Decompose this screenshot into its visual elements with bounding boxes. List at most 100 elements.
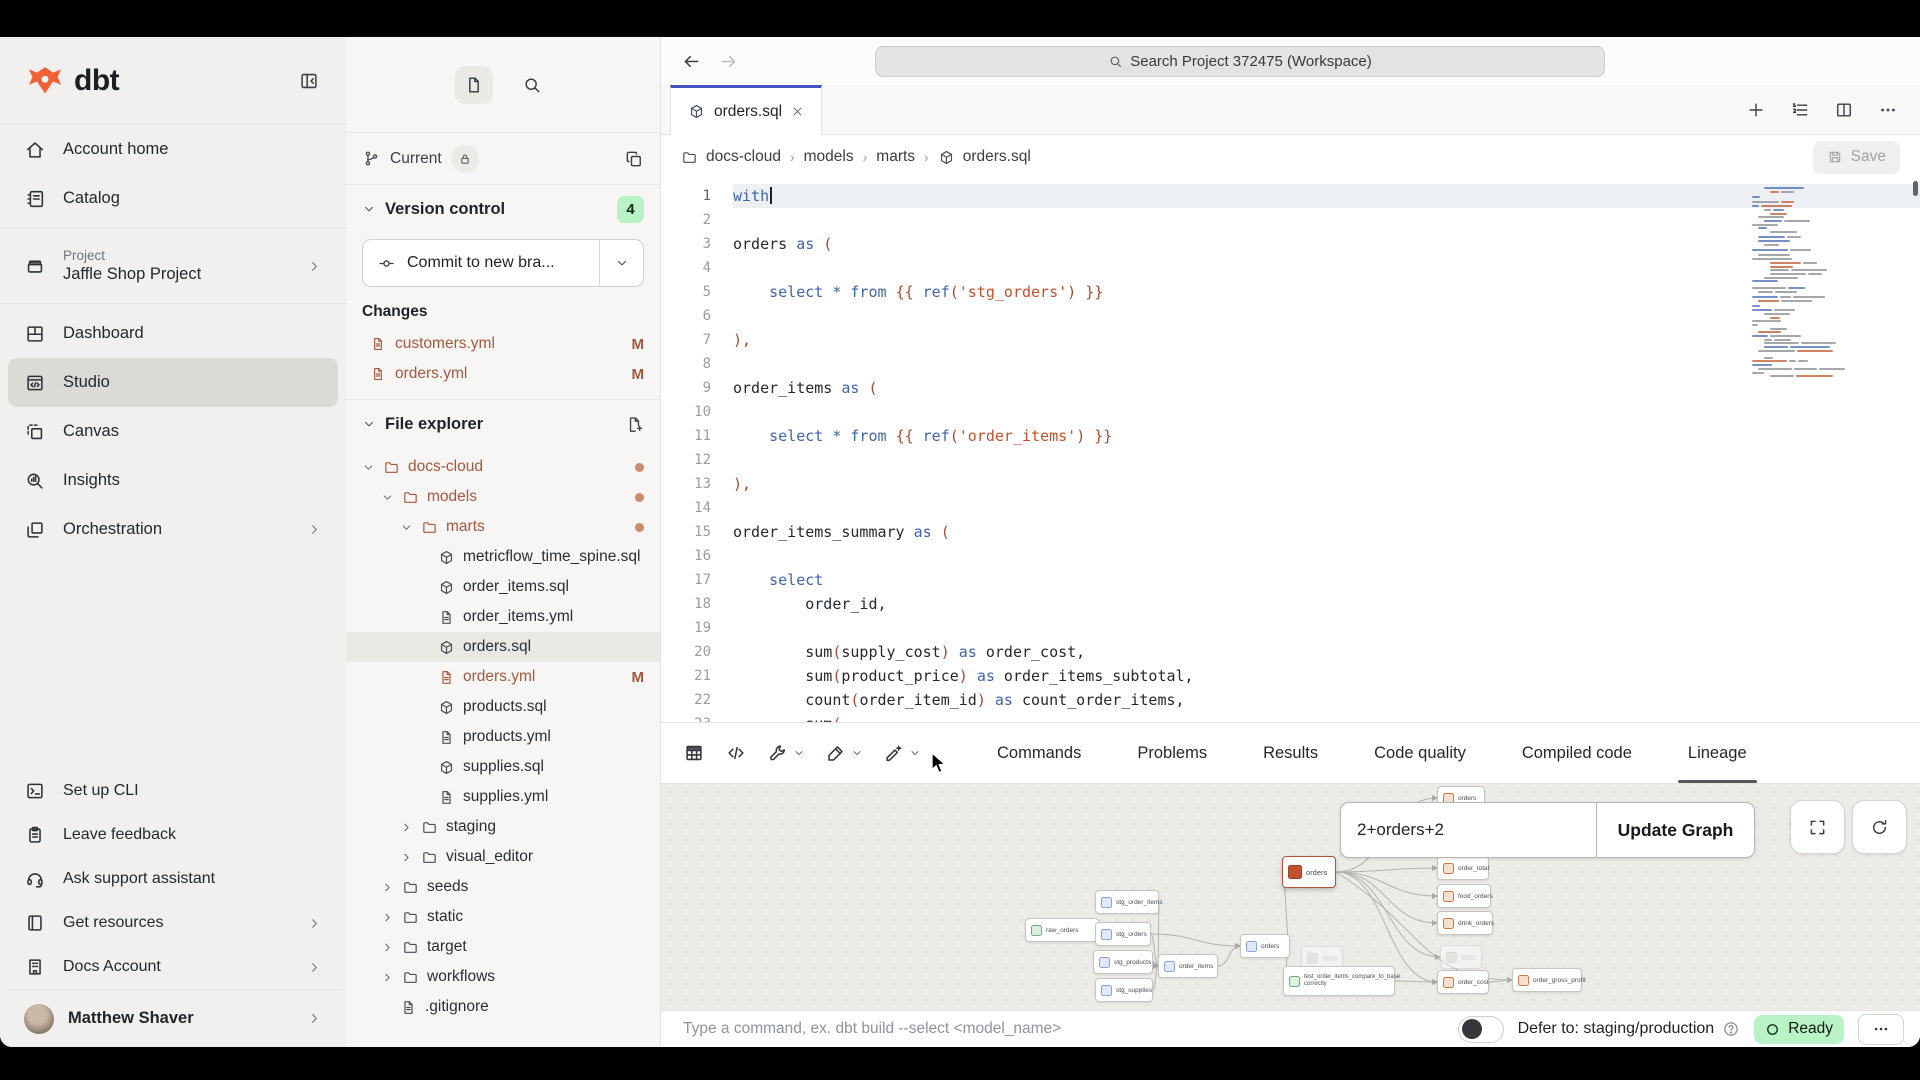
panel-tab-code-quality[interactable]: Code quality [1368, 723, 1472, 783]
lineage-node-stg-products[interactable]: stg_products [1093, 950, 1153, 974]
breadcrumb-segment-docs-cloud[interactable]: docs-cloud [681, 148, 781, 166]
compile-code-icon[interactable] [725, 742, 747, 764]
breadcrumb-file[interactable]: orders.sql [938, 148, 1031, 166]
new-file-icon[interactable] [625, 415, 644, 434]
open-editors-icon[interactable] [1790, 100, 1810, 120]
sidebar-item-insights[interactable]: Insights [8, 456, 338, 505]
sidebar-item-docs-account[interactable]: Docs Account [8, 945, 338, 989]
code-content [733, 352, 1920, 376]
lineage-selector-input[interactable] [1341, 803, 1596, 857]
defer-toggle[interactable] [1458, 1016, 1504, 1043]
tree-item-seeds[interactable]: seeds [346, 872, 660, 902]
lineage-node-stg-supplies[interactable]: stg_supplies [1095, 978, 1153, 1002]
lineage-node-order-gross-profit[interactable]: order_gross_profit [1512, 968, 1582, 992]
lineage-node-order-items[interactable]: order_items [1158, 954, 1218, 978]
panel-tab-compiled-code[interactable]: Compiled code [1516, 723, 1638, 783]
panel-tab-results[interactable]: Results [1257, 723, 1324, 783]
minimap-line [1752, 364, 1854, 366]
sidebar-item-studio[interactable]: Studio [8, 358, 338, 407]
copy-branch-icon[interactable] [624, 149, 644, 169]
tree-item-products-yml[interactable]: products.yml [346, 722, 660, 752]
new-tab-icon[interactable] [1746, 100, 1766, 120]
lineage-node-orders[interactable]: orders [1282, 856, 1336, 888]
editor-scrollbar[interactable] [1913, 181, 1918, 196]
tree-item-workflows[interactable]: workflows [346, 962, 660, 992]
panel-tab-lineage[interactable]: Lineage [1682, 723, 1753, 783]
collapse-sidebar-icon[interactable] [298, 70, 320, 92]
lineage-node-food-orders[interactable]: food_orders [1437, 884, 1491, 908]
results-table-icon[interactable] [683, 742, 705, 764]
lineage-node-stg-order-items[interactable]: stg_order_items [1095, 890, 1159, 914]
tree-item-static[interactable]: static [346, 902, 660, 932]
panel-tab-commands[interactable]: Commands [991, 723, 1087, 783]
lineage-node-g2[interactable] [1440, 945, 1482, 969]
code-content [733, 304, 1920, 328]
commit-options-button[interactable] [599, 240, 643, 286]
sidebar-item-catalog[interactable]: Catalog [8, 174, 338, 223]
breadcrumb-segment-models[interactable]: models [804, 148, 854, 166]
project-search-bar[interactable]: Search Project 372475 (Workspace) [875, 46, 1605, 77]
tree-item-supplies-yml[interactable]: supplies.yml [346, 782, 660, 812]
forward-button[interactable] [718, 51, 739, 72]
tree-item-products-sql[interactable]: products.sql [346, 692, 660, 722]
sidebar-item-dashboard[interactable]: Dashboard [8, 309, 338, 358]
sidebar-item-orchestration[interactable]: Orchestration [8, 505, 338, 554]
lineage-panel[interactable]: raw_orders stg_order_items stg_orders stg_p… [661, 784, 1920, 1010]
version-control-header[interactable]: Version control 4 [346, 185, 660, 233]
tree-item-order-items-yml[interactable]: order_items.yml [346, 602, 660, 632]
lineage-node-order-total[interactable]: order_total [1437, 856, 1489, 880]
panel-tab-problems[interactable]: Problems [1131, 723, 1213, 783]
lineage-node-drink-orders[interactable]: drink_orders [1437, 911, 1493, 935]
sidebar-item-leave-feedback[interactable]: Leave feedback [8, 813, 338, 857]
build-tools-button[interactable] [767, 742, 805, 764]
split-editor-icon[interactable] [1834, 100, 1854, 120]
refresh-graph-button[interactable] [1852, 800, 1907, 854]
statusbar-menu-button[interactable] [1858, 1014, 1904, 1045]
tree-item-order-items-sql[interactable]: order_items.sql [346, 572, 660, 602]
search-view-button[interactable] [513, 66, 551, 104]
editor-menu-icon[interactable] [1878, 100, 1898, 120]
format-button[interactable] [825, 742, 863, 764]
tree-item-docs-cloud[interactable]: docs-cloud [346, 452, 660, 482]
lineage-node-order-cost[interactable]: order_cost [1437, 970, 1489, 994]
tree-item-orders-yml[interactable]: orders.ymlM [346, 662, 660, 692]
tab-orders-sql[interactable]: orders.sql [670, 85, 822, 135]
lineage-node-test-order-items-compare-to-base-correctly[interactable]: test_order_items_compare_to_base correct… [1283, 966, 1395, 996]
files-view-button[interactable] [455, 66, 493, 104]
tree-item-supplies-sql[interactable]: supplies.sql [346, 752, 660, 782]
branch-row[interactable]: Current [346, 133, 660, 185]
changed-file-customers-yml[interactable]: customers.ymlM [346, 329, 660, 359]
breadcrumb-segment-marts[interactable]: marts [876, 148, 915, 166]
help-icon[interactable] [1722, 1020, 1740, 1038]
lineage-node-stg-orders[interactable]: stg_orders [1095, 922, 1151, 946]
back-button[interactable] [681, 51, 702, 72]
changed-file-orders-yml[interactable]: orders.ymlM [346, 359, 660, 389]
user-menu[interactable]: Matthew Shaver [8, 989, 338, 1047]
sidebar-item-set-up-cli[interactable]: Set up CLI [8, 769, 338, 813]
tree-item-models[interactable]: models [346, 482, 660, 512]
command-input[interactable]: Type a command, ex. dbt build --select <… [683, 1020, 1061, 1038]
minimap[interactable] [1752, 187, 1854, 379]
sidebar-item-canvas[interactable]: Canvas [8, 407, 338, 456]
tree-item-visual-editor[interactable]: visual_editor [346, 842, 660, 872]
tree-item-target[interactable]: target [346, 932, 660, 962]
lineage-node-orders[interactable]: orders [1240, 934, 1290, 958]
code-editor[interactable]: 1with23orders as (45 select * from {{ re… [661, 179, 1920, 722]
update-graph-button[interactable]: Update Graph [1596, 803, 1754, 857]
sidebar-item-get-resources[interactable]: Get resources [8, 901, 338, 945]
tree-item-metricflow-time-spine-sql[interactable]: metricflow_time_spine.sql [346, 542, 660, 572]
sidebar-item-account-home[interactable]: Account home [8, 125, 338, 174]
tree-item-staging[interactable]: staging [346, 812, 660, 842]
file-explorer-header[interactable]: File explorer [346, 400, 660, 448]
tree-item-gitignore[interactable]: .gitignore [346, 992, 660, 1022]
close-tab-icon[interactable] [791, 105, 804, 118]
fullscreen-button[interactable] [1790, 800, 1845, 854]
sidebar-item-jaffle-shop-project[interactable]: ProjectJaffle Shop Project [8, 234, 338, 298]
sidebar-item-ask-support-assistant[interactable]: Ask support assistant [8, 857, 338, 901]
tree-item-orders-sql[interactable]: orders.sql [346, 632, 660, 662]
ai-fix-button[interactable] [883, 742, 921, 764]
lineage-node-raw-orders[interactable]: raw_orders [1025, 918, 1099, 942]
save-button[interactable]: Save [1813, 141, 1900, 174]
tree-item-marts[interactable]: marts [346, 512, 660, 542]
commit-button[interactable]: Commit to new bra... [362, 239, 644, 287]
